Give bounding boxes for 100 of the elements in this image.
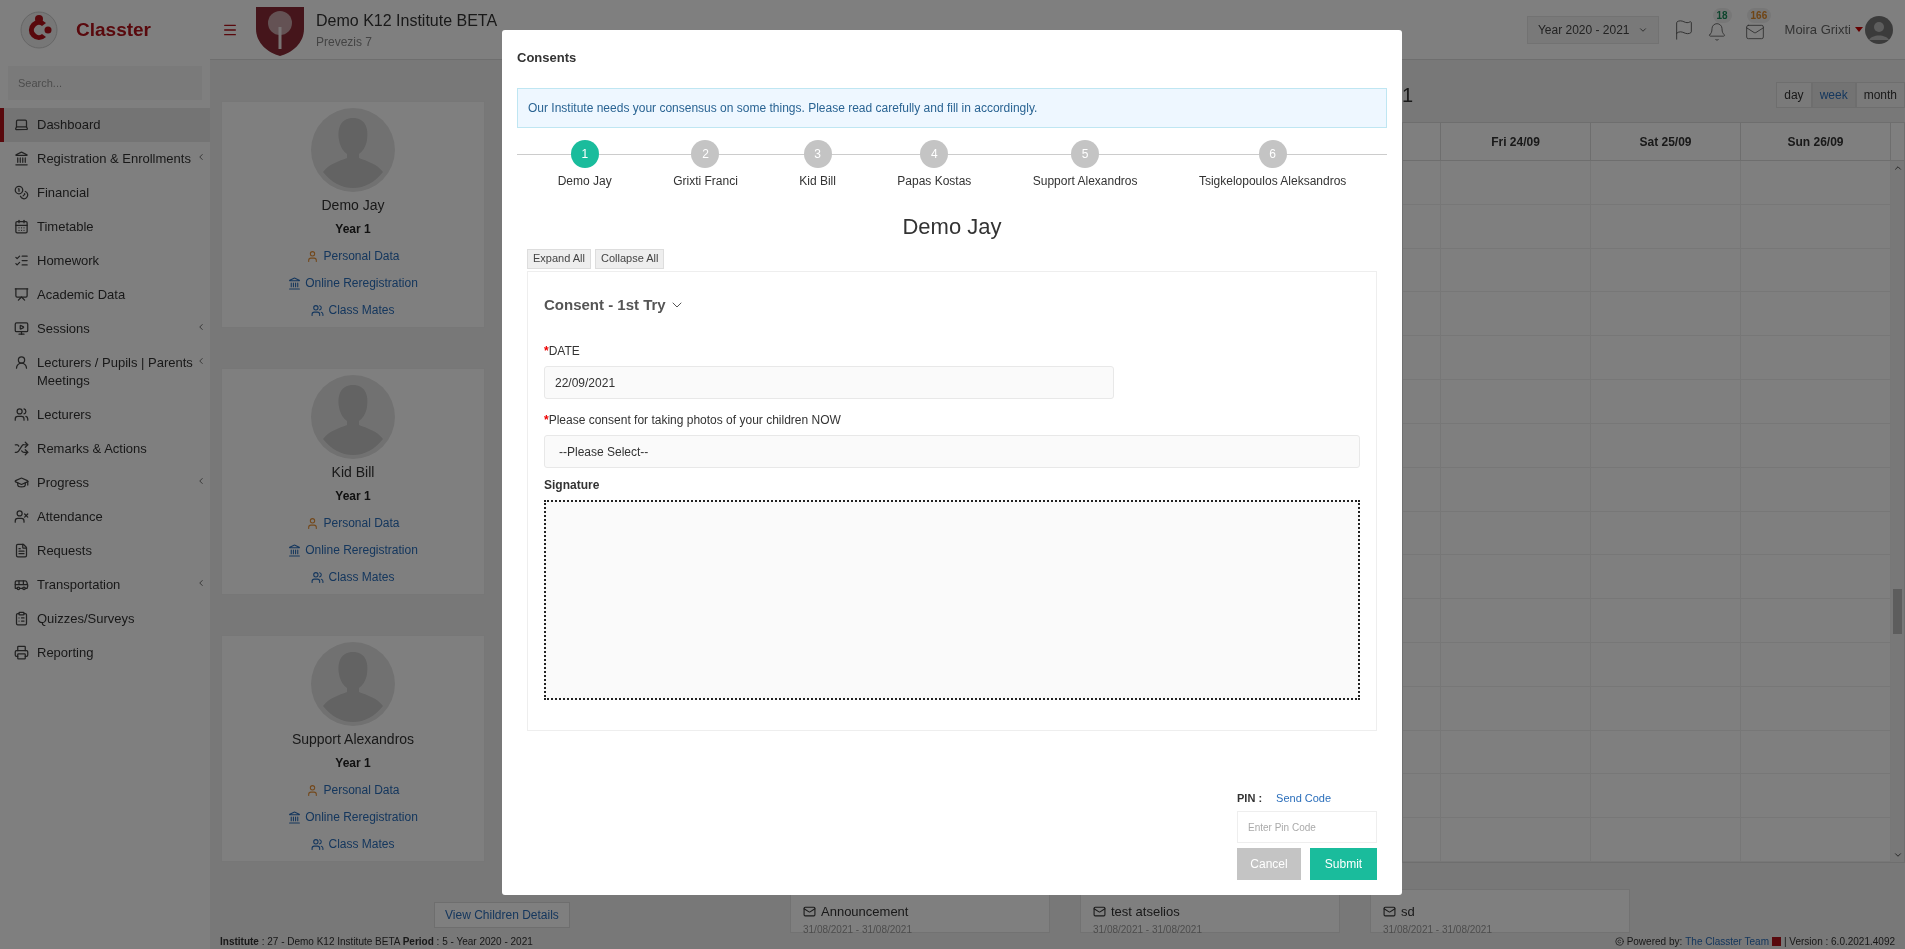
bank-icon xyxy=(288,276,302,290)
sidebar-item[interactable]: Transportation xyxy=(0,568,210,602)
dialog-title: Consents xyxy=(517,49,578,67)
menu-icon xyxy=(14,407,29,422)
child-link[interactable]: Online Reregistration xyxy=(305,808,418,826)
sidebar-item[interactable]: Financial xyxy=(0,176,210,210)
menu-icon xyxy=(14,185,29,200)
step-label: Kid Bill xyxy=(799,172,836,190)
announcement-title: sd xyxy=(1401,903,1415,921)
menu-label: Requests xyxy=(37,542,93,560)
year-dropdown[interactable]: Year 2020 - 2021 xyxy=(1526,15,1659,44)
field-label: *Please consent for taking photos of your children NOW xyxy=(544,412,842,429)
step-number[interactable]: 1 xyxy=(570,139,599,168)
sidebar-item[interactable]: Registration & Enrollments xyxy=(0,142,210,176)
scroll-down-icon[interactable] xyxy=(1892,850,1903,860)
view-toggle[interactable]: month xyxy=(1855,82,1905,108)
pin-label: PIN : xyxy=(1237,790,1263,806)
menu-label: Homework xyxy=(37,252,101,270)
bank-icon xyxy=(288,543,302,557)
child-link[interactable]: Class Mates xyxy=(328,301,395,319)
institute-name: Demo K12 Institute BETA xyxy=(316,10,498,31)
announcement-title: test atselios xyxy=(1111,903,1180,921)
sidebar-item[interactable]: Academic Data xyxy=(0,278,210,312)
version-text: | Version : 6.0.2021.4092 xyxy=(1784,934,1895,949)
person-icon xyxy=(306,249,320,263)
group-icon xyxy=(311,837,325,851)
view-toggle[interactable]: week xyxy=(1811,82,1856,108)
sidebar-item[interactable]: Remarks & Actions xyxy=(0,432,210,466)
pin-field[interactable]: Enter Pin Code xyxy=(1237,811,1377,843)
envelope-icon xyxy=(1383,905,1396,919)
view-toggle[interactable]: day xyxy=(1776,82,1812,108)
menu-icon xyxy=(14,611,29,626)
menu-label: Quizzes/Surveys xyxy=(37,610,136,628)
date-field[interactable]: 22/09/2021 xyxy=(544,366,1114,399)
avatar[interactable] xyxy=(1865,15,1893,44)
child-link[interactable]: Class Mates xyxy=(328,568,395,586)
menu-label: Lecturers xyxy=(37,406,93,424)
sidebar-item[interactable]: Requests xyxy=(0,534,210,568)
select-field[interactable]: --Please Select-- xyxy=(544,435,1360,468)
send-code-link[interactable]: Send Code xyxy=(1276,789,1332,806)
field-label: Signature xyxy=(544,477,601,494)
envelope-icon xyxy=(1093,905,1106,919)
brand-name: Classter xyxy=(76,17,151,42)
menu-icon xyxy=(14,321,29,336)
menu-icon xyxy=(14,117,29,132)
day-header: Sat 25/09 xyxy=(1639,133,1692,151)
sidebar-item[interactable]: Attendance xyxy=(0,500,210,534)
sidebar-item[interactable]: Dashboard xyxy=(0,108,210,142)
logo-icon xyxy=(1772,936,1781,946)
scroll-thumb[interactable] xyxy=(1893,589,1902,634)
child-name: Demo Jay xyxy=(321,196,385,215)
expand-all-button[interactable]: Expand All xyxy=(527,248,591,269)
menu-label: Lecturers / Pupils | Parents Meetings xyxy=(37,354,194,390)
menu-icon xyxy=(14,543,29,558)
logo-icon xyxy=(20,11,58,49)
institute-address: Prevezis 7 xyxy=(316,33,374,51)
info-alert: Our Institute needs your consensus on some things. Please read carefully and fill in accordingly. xyxy=(517,87,1387,128)
collapse-all-button[interactable]: Collapse All xyxy=(595,248,665,269)
student-heading: Demo Jay xyxy=(902,212,1002,241)
menu-label: Registration & Enrollments xyxy=(37,150,192,168)
child-year: Year 1 xyxy=(335,221,371,238)
bell-icon[interactable] xyxy=(1706,21,1727,42)
team-link[interactable]: The Classter Team xyxy=(1685,933,1769,949)
child-link[interactable]: Class Mates xyxy=(328,835,395,853)
menu-icon xyxy=(14,151,29,166)
field-label: *DATE xyxy=(544,343,581,360)
sidebar-item[interactable]: Progress xyxy=(0,466,210,500)
scroll-up-icon[interactable] xyxy=(1892,163,1903,173)
child-year: Year 1 xyxy=(335,488,371,505)
child-link[interactable]: Personal Data xyxy=(323,514,400,532)
calendar-title: 1 xyxy=(1402,83,1414,108)
child-link[interactable]: Online Reregistration xyxy=(305,274,418,292)
menu-label: Dashboard xyxy=(37,116,102,134)
sidebar-item[interactable]: Lecturers / Pupils | Parents Meetings xyxy=(0,346,210,398)
menu-icon xyxy=(14,253,29,268)
sidebar-item[interactable]: Homework xyxy=(0,244,210,278)
sidebar-item[interactable]: Sessions xyxy=(0,312,210,346)
sidebar-item[interactable]: Timetable xyxy=(0,210,210,244)
day-header: Fri 24/09 xyxy=(1491,133,1540,151)
view-children-button[interactable]: View Children Details xyxy=(434,902,570,928)
sidebar-item[interactable]: Lecturers xyxy=(0,398,210,432)
submit-button[interactable]: Submit xyxy=(1310,848,1377,880)
sidebar-item[interactable]: Reporting xyxy=(0,636,210,670)
menu-label: Timetable xyxy=(37,218,95,236)
menu-label: Remarks & Actions xyxy=(37,440,148,458)
child-link[interactable]: Personal Data xyxy=(323,781,400,799)
person-icon xyxy=(306,516,320,530)
announcement-title: Announcement xyxy=(821,903,909,921)
child-link[interactable]: Online Reregistration xyxy=(305,541,418,559)
menu-label: Transportation xyxy=(37,576,122,594)
menu-icon xyxy=(14,219,29,234)
child-name: Kid Bill xyxy=(331,463,375,482)
caret-icon xyxy=(1855,27,1863,32)
message-badge: 166 xyxy=(1746,7,1772,23)
sidebar-item[interactable]: Quizzes/Surveys xyxy=(0,602,210,636)
scrollbar[interactable] xyxy=(1891,161,1904,862)
person-icon xyxy=(306,783,320,797)
section-toggle[interactable]: Consent - 1st Try xyxy=(544,293,1360,316)
user-name[interactable]: Moira Grixti xyxy=(1784,19,1851,40)
child-link[interactable]: Personal Data xyxy=(323,247,400,265)
